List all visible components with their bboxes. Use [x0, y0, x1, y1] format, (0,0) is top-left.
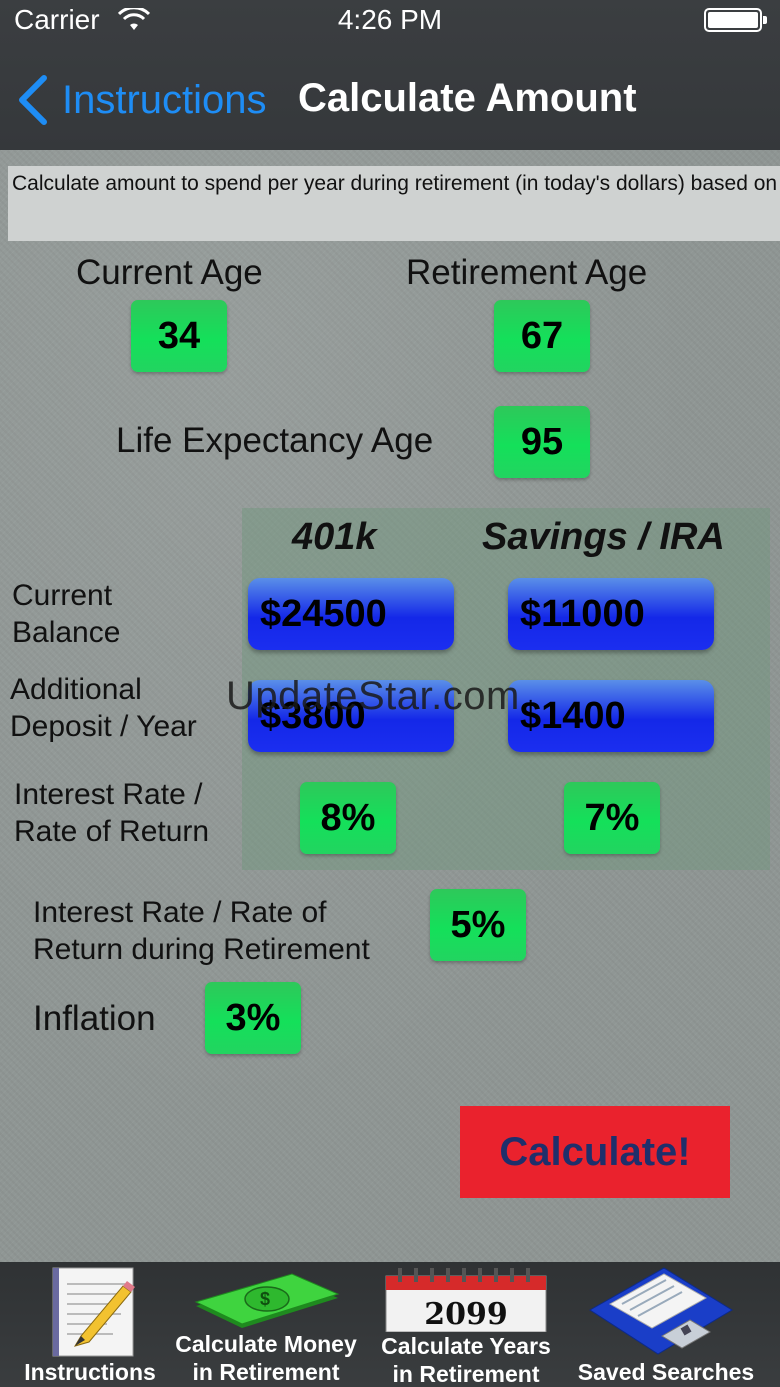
current-balance-label-line1: Current — [12, 579, 113, 612]
deposit-label-line1: Additional — [10, 673, 142, 706]
rate-savings-field[interactable]: 7% — [564, 782, 660, 854]
retirement-age-field[interactable]: 67 — [494, 300, 590, 372]
deposit-savings-field[interactable]: $1400 — [508, 680, 714, 752]
retirement-rate-label-line1: Interest Rate / Rate of — [33, 896, 327, 929]
money-stack-icon: $ — [194, 1273, 340, 1328]
status-time: 4:26 PM — [337, 4, 443, 35]
tab-instructions-label: Instructions — [24, 1359, 156, 1385]
back-button[interactable]: Instructions — [14, 72, 267, 128]
back-chevron-icon — [19, 75, 47, 125]
description-text: Calculate amount to spend per year durin… — [8, 166, 780, 241]
tab-calculate-years[interactable]: 2099 Calculate Years in Retirement — [366, 1262, 566, 1387]
life-expectancy-field[interactable]: 95 — [494, 406, 590, 478]
back-label: Instructions — [62, 77, 267, 122]
calendar-icon: 2099 — [385, 1268, 547, 1332]
calendar-year-text: 2099 — [424, 1297, 508, 1332]
rate-label-line2: Rate of Return — [14, 815, 210, 848]
page-title: Calculate Amount — [298, 76, 637, 120]
svg-text:$: $ — [260, 1289, 270, 1309]
retirement-rate-field[interactable]: 5% — [430, 889, 526, 961]
column-header-savings: Savings / IRA — [482, 516, 725, 558]
tab-instructions[interactable]: Instructions — [0, 1262, 180, 1387]
tab-saved-searches[interactable]: Saved Searches — [566, 1262, 766, 1387]
current-balance-label-line2: Balance — [12, 616, 121, 649]
balance-savings-field[interactable]: $11000 — [508, 578, 714, 650]
calculate-button[interactable]: Calculate! — [460, 1106, 730, 1198]
inflation-field[interactable]: 3% — [205, 982, 301, 1054]
top-bar: Carrier 4:26 PM Instructions Calculate A… — [0, 0, 780, 150]
balance-401k-field[interactable]: $24500 — [248, 578, 454, 650]
current-age-label: Current Age — [76, 253, 263, 292]
floppy-disk-icon — [589, 1267, 733, 1355]
tab-saved-searches-label: Saved Searches — [577, 1359, 755, 1385]
rate-label-line1: Interest Rate / — [14, 778, 203, 811]
rate-401k-field[interactable]: 8% — [300, 782, 396, 854]
column-header-401k: 401k — [292, 516, 377, 558]
retirement-rate-label-line2: Return during Retirement — [33, 933, 370, 966]
inflation-label: Inflation — [33, 999, 156, 1038]
tab-calculate-money-label-line2: in Retirement — [192, 1359, 340, 1385]
battery-icon — [704, 8, 767, 32]
watermark-text: UpdateStar.com — [226, 674, 520, 718]
current-age-field[interactable]: 34 — [131, 300, 227, 372]
notepad-pencil-icon — [52, 1267, 135, 1357]
tab-calculate-money-label-line1: Calculate Money — [175, 1331, 357, 1357]
life-expectancy-label: Life Expectancy Age — [116, 421, 434, 460]
tab-calculate-years-label-line1: Calculate Years — [381, 1333, 551, 1359]
deposit-label-line2: Deposit / Year — [10, 710, 197, 743]
bottom-tab-bar: Instructions $ Calculate Money in Retire… — [0, 1262, 780, 1387]
tab-calculate-money[interactable]: $ Calculate Money in Retirement — [166, 1262, 366, 1387]
tab-calculate-years-label-line2: in Retirement — [392, 1361, 540, 1387]
retirement-age-label: Retirement Age — [406, 253, 648, 292]
main-content: Calculate amount to spend per year durin… — [0, 150, 780, 1262]
